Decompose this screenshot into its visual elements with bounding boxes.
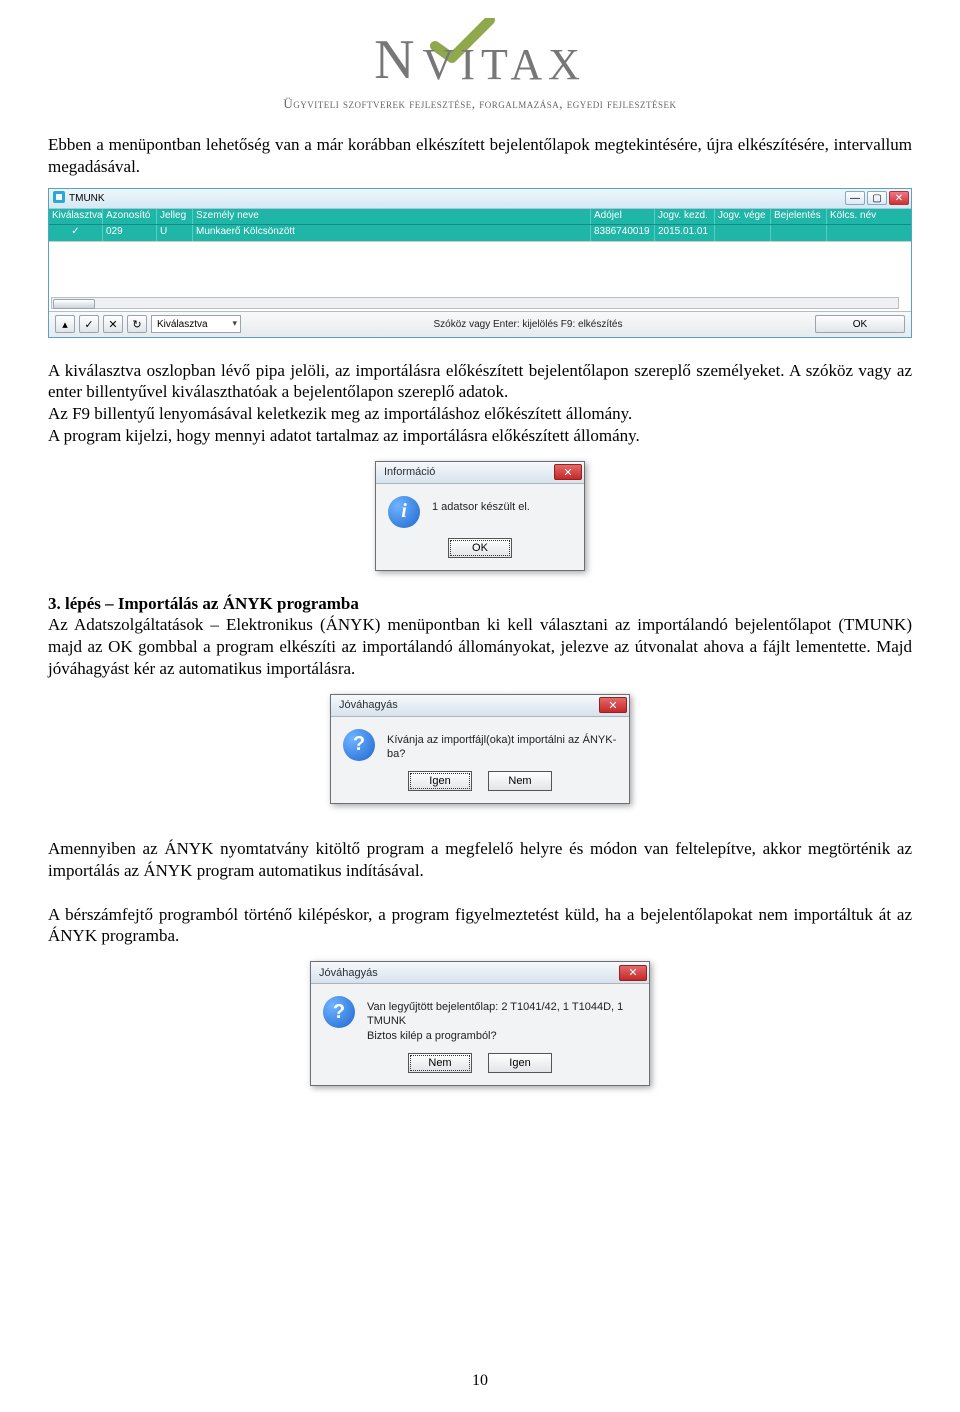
paragraph-after-tmunk-3: A program kijelzi, hogy mennyi adatot ta… bbox=[48, 425, 912, 447]
cell-bej bbox=[771, 225, 827, 241]
reject-button[interactable]: ✕ bbox=[103, 315, 123, 333]
confirm-dialog-titlebar: Jóváhagyás ✕ bbox=[331, 695, 629, 717]
close-icon[interactable]: ✕ bbox=[619, 965, 647, 981]
step3-body: Az Adatszolgáltatások – Elektronikus (ÁN… bbox=[48, 615, 912, 678]
refresh-button[interactable]: ↻ bbox=[127, 315, 147, 333]
logo-text: VITAX bbox=[423, 39, 586, 90]
confirm-no-button[interactable]: Nem bbox=[488, 771, 552, 791]
exit-dialog-titlebar: Jóváhagyás ✕ bbox=[311, 962, 649, 984]
exit-yes-button[interactable]: Igen bbox=[488, 1053, 552, 1073]
exit-dialog-title: Jóváhagyás bbox=[319, 967, 378, 979]
confirm-dialog: Jóváhagyás ✕ ? Kívánja az importfájl(oka… bbox=[330, 694, 630, 805]
table-row[interactable]: ✓ 029 U Munkaerő Kölcsönzött 8386740019 … bbox=[49, 225, 911, 241]
logo-letter: N bbox=[374, 28, 416, 92]
close-button[interactable]: ✕ bbox=[889, 191, 909, 205]
logo: N VITAX bbox=[374, 28, 586, 92]
col-jogvvege[interactable]: Jogv. vége bbox=[715, 209, 771, 224]
exit-dialog-text: Van legyűjtött bejelentőlap: 2 T1041/42,… bbox=[367, 996, 637, 1043]
cell-nev: Munkaerő Kölcsönzött bbox=[193, 225, 591, 241]
question-icon: ? bbox=[323, 996, 355, 1028]
maximize-button[interactable]: ▢ bbox=[867, 191, 887, 205]
paragraph-intro: Ebben a menüpontban lehetőség van a már … bbox=[48, 134, 912, 178]
col-szemelynev[interactable]: Személy neve bbox=[193, 209, 591, 224]
question-icon: ? bbox=[343, 729, 375, 761]
tmunk-title-text: TMUNK bbox=[69, 193, 105, 204]
minimize-button[interactable]: — bbox=[845, 191, 865, 205]
ok-button-label: OK bbox=[853, 319, 867, 330]
paragraph-step3: 3. lépés – Importálás az ÁNYK programba … bbox=[48, 593, 912, 680]
app-icon bbox=[53, 191, 65, 206]
cell-azon: 029 bbox=[103, 225, 157, 241]
filter-combo[interactable]: Kiválasztva bbox=[151, 315, 241, 333]
exit-dialog-line2: Biztos kilép a programból? bbox=[367, 1030, 497, 1042]
col-azonosito[interactable]: Azonosító bbox=[103, 209, 157, 224]
tmunk-grid-body bbox=[49, 241, 911, 311]
cell-jelleg: U bbox=[157, 225, 193, 241]
cell-adojel: 8386740019 bbox=[591, 225, 655, 241]
paragraph-after-tmunk-2: Az F9 billentyű lenyomásával keletkezik … bbox=[48, 403, 912, 425]
header: N VITAX Ügyviteli szoftverek fejlesztése… bbox=[48, 28, 912, 112]
confirm-dialog-title: Jóváhagyás bbox=[339, 699, 398, 711]
exit-yes-label: Igen bbox=[509, 1057, 530, 1069]
tmunk-titlebar: TMUNK — ▢ ✕ bbox=[49, 189, 911, 209]
accept-button[interactable]: ✓ bbox=[79, 315, 99, 333]
status-hint: Szóköz vagy Enter: kijelölés F9: elkészí… bbox=[434, 319, 623, 330]
info-dialog-text: 1 adatsor készült el. bbox=[432, 496, 530, 514]
step3-heading: 3. lépés – Importálás az ÁNYK programba bbox=[48, 594, 359, 613]
info-dialog-title: Információ bbox=[384, 466, 435, 478]
paragraph-anyk-after: Amennyiben az ÁNYK nyomtatvány kitöltő p… bbox=[48, 838, 912, 882]
col-jogvkezd[interactable]: Jogv. kezd. bbox=[655, 209, 715, 224]
confirm-no-label: Nem bbox=[508, 775, 531, 787]
info-ok-button[interactable]: OK bbox=[448, 538, 512, 558]
close-icon[interactable]: ✕ bbox=[599, 697, 627, 713]
col-bejelentes[interactable]: Bejelentés bbox=[771, 209, 827, 224]
cell-vege bbox=[715, 225, 771, 241]
exit-no-label: Nem bbox=[428, 1057, 451, 1069]
confirm-dialog-text: Kívánja az importfájl(oka)t importálni a… bbox=[387, 729, 617, 762]
confirm-yes-label: Igen bbox=[429, 775, 450, 787]
info-icon: i bbox=[388, 496, 420, 528]
logo-tagline: Ügyviteli szoftverek fejlesztése, forgal… bbox=[48, 96, 912, 112]
tmunk-window: TMUNK — ▢ ✕ Kiválasztva Azonosító Jelleg… bbox=[48, 188, 912, 338]
horizontal-scrollbar[interactable] bbox=[51, 297, 899, 309]
paragraph-exit-warning: A bérszámfejtő programból történő kilépé… bbox=[48, 904, 912, 948]
tmunk-statusbar: ▴ ✓ ✕ ↻ Kiválasztva Szóköz vagy Enter: k… bbox=[49, 311, 911, 337]
exit-dialog: Jóváhagyás ✕ ? Van legyűjtött bejelentől… bbox=[310, 961, 650, 1086]
col-kolcsnev[interactable]: Kölcs. név bbox=[827, 209, 911, 224]
close-icon[interactable]: ✕ bbox=[554, 464, 582, 480]
col-adojel[interactable]: Adójel bbox=[591, 209, 655, 224]
col-kivalasztva[interactable]: Kiválasztva bbox=[49, 209, 103, 224]
cell-kolcs bbox=[827, 225, 911, 241]
info-ok-label: OK bbox=[472, 542, 488, 554]
cell-check: ✓ bbox=[49, 225, 103, 241]
ok-button[interactable]: OK bbox=[815, 315, 905, 333]
info-dialog: Információ ✕ i 1 adatsor készült el. OK bbox=[375, 461, 585, 571]
nav-up-button[interactable]: ▴ bbox=[55, 315, 75, 333]
tmunk-grid-header: Kiválasztva Azonosító Jelleg Személy nev… bbox=[49, 209, 911, 225]
confirm-yes-button[interactable]: Igen bbox=[408, 771, 472, 791]
filter-combo-value: Kiválasztva bbox=[157, 319, 208, 330]
col-jelleg[interactable]: Jelleg bbox=[157, 209, 193, 224]
exit-dialog-line1: Van legyűjtött bejelentőlap: 2 T1041/42,… bbox=[367, 1001, 623, 1027]
page-number: 10 bbox=[0, 1372, 960, 1390]
cell-kezd: 2015.01.01 bbox=[655, 225, 715, 241]
paragraph-after-tmunk-1: A kiválasztva oszlopban lévő pipa jelöli… bbox=[48, 360, 912, 404]
exit-no-button[interactable]: Nem bbox=[408, 1053, 472, 1073]
info-dialog-titlebar: Információ ✕ bbox=[376, 462, 584, 484]
